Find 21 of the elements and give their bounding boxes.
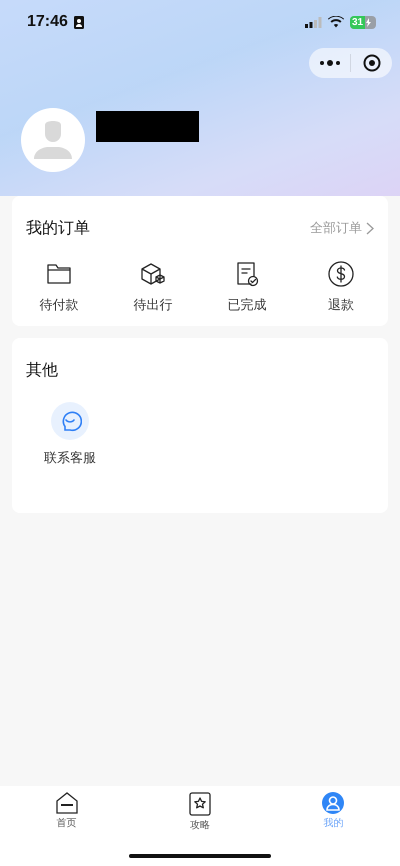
id-badge-icon <box>74 16 84 28</box>
order-status-item[interactable]: 退款 <box>294 260 388 314</box>
more-icon <box>318 59 340 67</box>
target-icon <box>362 54 380 72</box>
home-icon <box>56 792 78 814</box>
wifi-icon <box>328 16 344 28</box>
tab[interactable]: 攻略 <box>133 786 267 832</box>
service-item[interactable]: 联系客服 <box>30 402 110 467</box>
order-status-item[interactable]: 待出行 <box>106 260 200 314</box>
card-title: 其他 <box>26 360 58 380</box>
status-time: 17:46 <box>27 13 68 31</box>
card-title: 我的订单 <box>26 218 90 238</box>
signal-icon <box>305 16 322 28</box>
user-icon <box>322 792 344 814</box>
battery-level: 31 <box>350 16 366 28</box>
order-status-item[interactable]: 已完成 <box>200 260 294 314</box>
dollar-icon <box>327 260 355 288</box>
chat-bubble-icon <box>51 402 89 440</box>
order-status-item[interactable]: 待付款 <box>12 260 106 314</box>
chevron-right-icon <box>366 222 374 234</box>
tab[interactable]: 首页 <box>0 786 134 830</box>
